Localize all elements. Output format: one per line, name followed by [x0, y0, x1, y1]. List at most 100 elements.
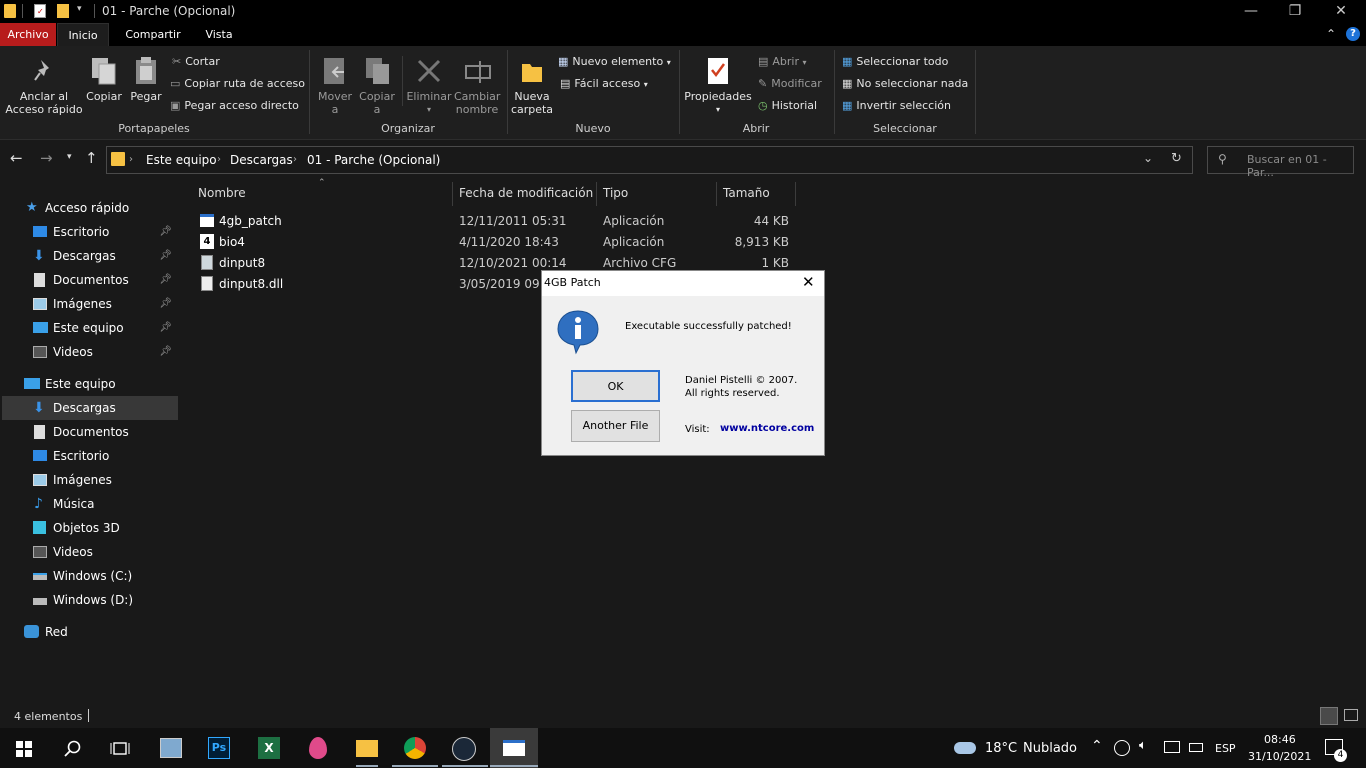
details-view-icon[interactable] — [1320, 707, 1338, 725]
invert-selection-button[interactable]: ▦ Invertir selección — [842, 99, 951, 112]
document-icon — [34, 273, 45, 287]
nav-network[interactable]: Red — [0, 620, 176, 644]
search-box[interactable]: ⚲ Buscar en 01 - Par... — [1207, 146, 1354, 179]
select-all-button[interactable]: ▦ Seleccionar todo — [842, 55, 948, 68]
breadcrumb-current-folder[interactable]: 01 - Parche (Opcional) — [307, 153, 440, 167]
task-view-icon[interactable] — [110, 740, 130, 758]
nav-quick-documentos[interactable]: Documentos 📌︎ — [0, 268, 176, 292]
nav-pc-escritorio[interactable]: Escritorio — [0, 444, 176, 468]
nav-pc-objetos-3d[interactable]: Objetos 3D — [0, 516, 176, 540]
taskbar: Ps X 18°C Nublado ⌃ 🔈︎ ESP 08:46 31/10/2… — [0, 728, 1366, 768]
copy-to-button[interactable]: Copiar a — [358, 54, 396, 120]
nav-pc-imagenes[interactable]: Imágenes — [0, 468, 176, 492]
nav-quick-access[interactable]: ★ Acceso rápido — [0, 196, 176, 220]
copy-button[interactable]: Copiar — [86, 54, 122, 114]
column-header-name[interactable]: Nombre — [198, 186, 246, 200]
edit-button[interactable]: ✎ Modificar — [758, 77, 822, 90]
new-folder-button[interactable]: Nueva carpeta — [510, 54, 554, 120]
help-icon[interactable]: ? — [1346, 27, 1360, 41]
cloud-icon[interactable] — [954, 742, 976, 754]
clock-date[interactable]: 31/10/2021 — [1248, 750, 1311, 763]
nav-quick-descargas[interactable]: ⬇ Descargas 📌︎ — [0, 244, 176, 268]
easy-access-button[interactable]: ▤ Fácil acceso ▾ — [560, 77, 648, 90]
excel-icon[interactable]: X — [258, 737, 280, 759]
breadcrumb-chevron-icon[interactable]: › — [129, 154, 133, 165]
maximize-button[interactable]: ❐ — [1272, 0, 1318, 23]
move-to-button[interactable]: Mover a — [316, 54, 354, 120]
search-icon[interactable] — [64, 740, 82, 758]
nav-quick-este-equipo[interactable]: Este equipo 📌︎ — [0, 316, 176, 340]
close-button[interactable]: ✕ — [1318, 0, 1364, 23]
chrome-icon[interactable] — [404, 737, 426, 759]
another-file-button[interactable]: Another File — [571, 410, 660, 442]
nav-pc-documentos[interactable]: Documentos — [0, 420, 176, 444]
nav-pc-windows-d[interactable]: Windows (D:) — [0, 588, 176, 612]
forward-arrow-icon[interactable]: → — [40, 149, 53, 167]
address-bar[interactable]: › Este equipo › Descargas › 01 - Parche … — [106, 146, 1193, 174]
table-row[interactable]: 4 bio4 4/11/2020 18:43 Aplicación 8,913 … — [198, 233, 798, 254]
dialog-close-icon[interactable]: ✕ — [802, 273, 815, 291]
back-arrow-icon[interactable]: ← — [10, 149, 23, 167]
network-tray-icon[interactable] — [1164, 741, 1180, 753]
weather-desc[interactable]: Nublado — [1023, 741, 1077, 756]
history-button[interactable]: ◷ Historial — [758, 99, 817, 112]
paste-button[interactable]: Pegar — [128, 54, 164, 114]
pin-quick-access-button[interactable]: Anclar al Acceso rápido — [4, 54, 84, 122]
new-folder-quick-icon[interactable] — [57, 4, 69, 18]
computer-icon — [33, 322, 48, 333]
photoshop-icon[interactable]: Ps — [208, 737, 230, 759]
steam-tray-icon[interactable] — [1114, 740, 1130, 756]
column-header-type[interactable]: Tipo — [603, 186, 628, 200]
breadcrumb-chevron-icon[interactable]: › — [217, 154, 221, 165]
nav-quick-imagenes[interactable]: Imágenes 📌︎ — [0, 292, 176, 316]
collapse-ribbon-icon[interactable]: ⌃ — [1326, 27, 1336, 41]
nav-pc-descargas[interactable]: ⬇ Descargas — [2, 396, 178, 420]
open-button[interactable]: ▤ Abrir ▾ — [758, 55, 807, 68]
breadcrumb-este-equipo[interactable]: Este equipo — [146, 153, 217, 167]
nav-this-pc[interactable]: Este equipo — [0, 372, 176, 396]
customize-quick-access-icon[interactable]: ▾ — [77, 4, 82, 14]
file-explorer-icon[interactable] — [356, 740, 378, 757]
show-hidden-icons-chevron-icon[interactable]: ⌃ — [1091, 738, 1103, 754]
properties-quick-icon[interactable]: ✓ — [34, 4, 46, 18]
tab-archivo[interactable]: Archivo — [0, 23, 56, 46]
windows-start-icon[interactable] — [16, 741, 32, 757]
tab-vista[interactable]: Vista — [196, 23, 242, 46]
language-indicator[interactable]: ESP — [1215, 742, 1236, 755]
tab-inicio[interactable]: Inicio — [57, 23, 109, 46]
nav-pc-musica[interactable]: ♪ Música — [0, 492, 176, 516]
breadcrumb-descargas[interactable]: Descargas — [230, 153, 293, 167]
photos-app-icon[interactable] — [160, 738, 182, 758]
nav-quick-escritorio[interactable]: Escritorio 📌︎ — [0, 220, 176, 244]
nav-quick-videos[interactable]: Videos 📌︎ — [0, 340, 176, 364]
address-dropdown-icon[interactable]: ⌄ — [1143, 151, 1153, 165]
column-header-size[interactable]: Tamaño — [723, 186, 770, 200]
nav-pc-videos[interactable]: Videos — [0, 540, 176, 564]
weather-temp[interactable]: 18°C — [985, 741, 1017, 756]
ntcore-link[interactable]: www.ntcore.com — [720, 423, 814, 434]
delete-button[interactable]: Eliminar ▾ — [406, 54, 452, 120]
nav-pc-windows-c[interactable]: Windows (C:) — [0, 564, 176, 588]
copy-path-button[interactable]: ▭ Copiar ruta de acceso — [170, 77, 305, 90]
new-item-button[interactable]: ▦ Nuevo elemento ▾ — [558, 55, 671, 68]
breadcrumb-chevron-icon[interactable]: › — [293, 154, 297, 165]
recent-locations-chevron-icon[interactable]: ▾ — [67, 152, 72, 162]
speaker-icon[interactable]: 🔈︎ — [1139, 738, 1147, 753]
up-arrow-icon[interactable]: ↑ — [85, 149, 98, 167]
large-icons-view-icon[interactable] — [1344, 709, 1358, 721]
tab-compartir[interactable]: Compartir — [118, 23, 188, 46]
properties-button[interactable]: Propiedades ▾ — [682, 54, 754, 120]
column-header-date[interactable]: Fecha de modificación — [459, 186, 593, 200]
clock-time[interactable]: 08:46 — [1264, 733, 1296, 746]
table-row[interactable]: 4gb_patch 12/11/2011 05:31 Aplicación 44… — [198, 212, 798, 233]
paste-shortcut-button[interactable]: ▣ Pegar acceso directo — [170, 99, 299, 112]
steam-icon[interactable] — [452, 737, 476, 761]
cut-button[interactable]: ✂ Cortar — [172, 55, 220, 68]
battery-icon[interactable] — [1189, 743, 1203, 752]
rename-button[interactable]: Cambiar nombre — [454, 54, 500, 120]
minimize-button[interactable]: — — [1228, 0, 1274, 23]
select-none-button[interactable]: ▦ No seleccionar nada — [842, 77, 968, 90]
ok-button[interactable]: OK — [571, 370, 660, 402]
refresh-icon[interactable]: ↻ — [1171, 151, 1182, 166]
paint-drop-icon[interactable] — [309, 737, 327, 759]
